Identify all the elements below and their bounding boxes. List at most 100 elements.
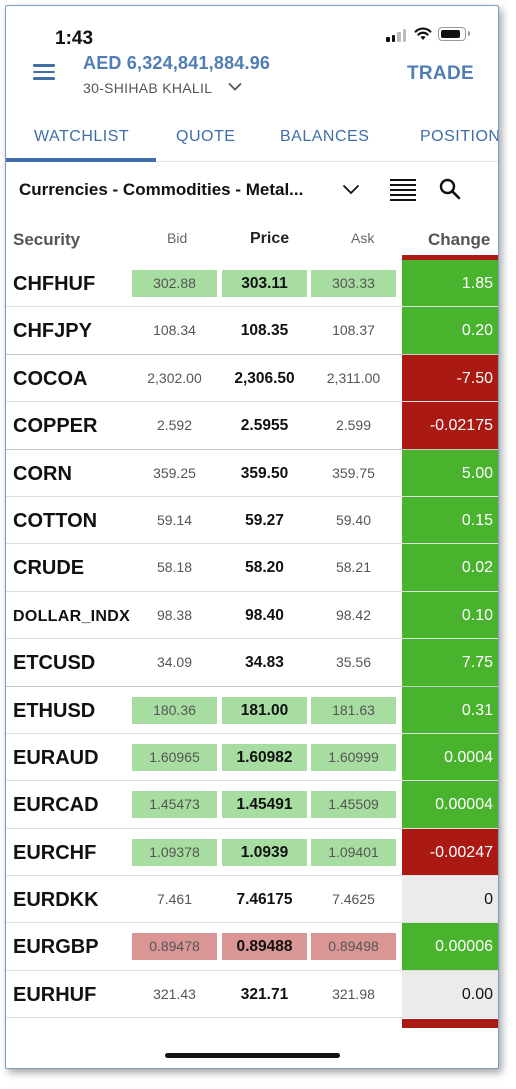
active-tab-indicator: [6, 158, 156, 162]
last-price: 1.60982: [222, 743, 307, 771]
security-symbol[interactable]: ETCUSD: [13, 652, 95, 675]
account-selector[interactable]: 30-SHIHAB KHALIL: [83, 80, 212, 96]
price-change: 0.02: [402, 544, 498, 591]
hamburger-menu-icon[interactable]: [33, 64, 55, 80]
table-row[interactable]: EURCHF 1.09378 1.0939 1.09401 -0.00247: [6, 828, 498, 877]
table-row[interactable]: ETCUSD 34.09 34.83 35.56 7.75: [6, 639, 498, 687]
column-header-price[interactable]: Price: [250, 230, 289, 248]
watchlist-table: CHFHUF 302.88 303.11 303.33 1.85 CHFJPY 108.34…: [6, 260, 498, 1019]
ask-price: 35.56: [335, 654, 372, 671]
security-symbol[interactable]: EURHUF: [13, 984, 96, 1007]
watchlist-selector[interactable]: Currencies - Commodities - Metal...: [19, 180, 303, 200]
cellular-signal-icon: [386, 28, 408, 42]
column-header-bid[interactable]: Bid: [167, 230, 187, 246]
security-symbol[interactable]: EURAUD: [13, 747, 99, 770]
last-price: 0.89488: [222, 933, 307, 961]
last-price: 321.71: [240, 985, 289, 1003]
last-price: 34.83: [245, 654, 284, 672]
table-row[interactable]: EURDKK 7.461 7.46175 7.4625 0: [6, 876, 498, 924]
price-change: 0.20: [402, 307, 498, 354]
table-row[interactable]: CRUDE 58.18 58.20 58.21 0.02: [6, 544, 498, 592]
home-indicator[interactable]: [165, 1053, 340, 1058]
table-row[interactable]: EURCAD 1.45473 1.45491 1.45509 0.00004: [6, 781, 498, 829]
security-symbol[interactable]: ETHUSD: [13, 700, 95, 723]
security-symbol[interactable]: CORN: [13, 463, 72, 486]
tab-quote[interactable]: QUOTE: [176, 128, 235, 146]
ask-price: 321.98: [332, 985, 375, 1002]
bid-price: 58.18: [156, 559, 193, 576]
ask-price: 359.75: [332, 464, 375, 481]
price-change: 0.0004: [402, 733, 498, 781]
last-price: 98.40: [245, 606, 284, 624]
price-change: 1.85: [402, 260, 498, 307]
last-price: 2,306.50: [234, 369, 295, 387]
security-symbol[interactable]: DOLLAR_INDX: [13, 608, 130, 626]
security-symbol[interactable]: COTTON: [13, 510, 97, 533]
price-change: -7.50: [402, 354, 498, 402]
table-row[interactable]: COTTON 59.14 59.27 59.40 0.15: [6, 496, 498, 545]
table-row[interactable]: DOLLAR_INDX 98.38 98.40 98.42 0.10: [6, 591, 498, 640]
trade-button[interactable]: TRADE: [407, 63, 474, 85]
ask-price: 7.4625: [332, 891, 375, 908]
tab-watchlist[interactable]: WATCHLIST: [34, 128, 129, 146]
ask-price: 59.40: [335, 511, 372, 528]
column-header-change[interactable]: Change: [428, 230, 490, 250]
change-indicator-strip: [402, 1019, 498, 1028]
tab-balances[interactable]: BALANCES: [280, 128, 369, 146]
security-symbol[interactable]: EURDKK: [13, 889, 99, 912]
column-header-ask[interactable]: Ask: [351, 230, 374, 246]
ask-price: 58.21: [335, 559, 372, 576]
price-change: 5.00: [402, 449, 498, 496]
ask-price: 181.63: [311, 696, 396, 724]
ask-price: 108.37: [332, 322, 375, 339]
security-symbol[interactable]: COPPER: [13, 415, 97, 438]
bid-price: 302.88: [132, 270, 217, 297]
price-change: 7.75: [402, 639, 498, 686]
ask-price: 2.599: [335, 417, 372, 434]
security-symbol[interactable]: EURGBP: [13, 936, 99, 959]
table-row[interactable]: CORN 359.25 359.50 359.75 5.00: [6, 449, 498, 497]
chevron-down-icon[interactable]: [228, 82, 242, 91]
price-change: 0.00006: [402, 923, 498, 970]
bid-price: 2.592: [156, 417, 193, 434]
battery-icon: [438, 27, 470, 41]
security-symbol[interactable]: EURCHF: [13, 842, 96, 865]
chevron-down-icon[interactable]: [342, 184, 360, 195]
security-symbol[interactable]: EURCAD: [13, 794, 99, 817]
ask-price: 98.42: [335, 606, 372, 623]
table-row[interactable]: CHFJPY 108.34 108.35 108.37 0.20: [6, 307, 498, 355]
status-bar: 1:43: [6, 6, 498, 56]
table-row[interactable]: COCOA 2,302.00 2,306.50 2,311.00 -7.50: [6, 354, 498, 403]
ask-price: 2,311.00: [326, 369, 381, 386]
bid-price: 321.43: [153, 985, 196, 1002]
bid-price: 34.09: [156, 654, 193, 671]
table-row[interactable]: COPPER 2.592 2.5955 2.599 -0.02175: [6, 402, 498, 450]
search-icon[interactable]: [439, 178, 461, 200]
list-view-icon[interactable]: [390, 178, 416, 202]
tab-bar: WATCHLIST QUOTE BALANCES POSITION: [6, 118, 498, 162]
table-row[interactable]: CHFHUF 302.88 303.11 303.33 1.85: [6, 260, 498, 308]
table-row[interactable]: EURAUD 1.60965 1.60982 1.60999 0.0004: [6, 733, 498, 782]
table-row[interactable]: ETHUSD 180.36 181.00 181.63 0.31: [6, 686, 498, 734]
bid-price: 1.09378: [132, 838, 217, 866]
security-symbol[interactable]: CHFJPY: [13, 320, 92, 343]
bid-price: 98.38: [156, 606, 193, 623]
ask-price: 0.89498: [311, 933, 396, 961]
security-symbol[interactable]: COCOA: [13, 368, 87, 391]
last-price: 303.11: [222, 270, 307, 297]
price-change: -0.00247: [402, 828, 498, 876]
price-change: 0.31: [402, 686, 498, 733]
table-row[interactable]: EURGBP 0.89478 0.89488 0.89498 0.00006: [6, 923, 498, 971]
last-price: 359.50: [240, 464, 289, 482]
ask-price: 1.09401: [311, 838, 396, 866]
security-symbol[interactable]: CHFHUF: [13, 273, 95, 296]
bid-price: 7.461: [156, 891, 193, 908]
tab-position[interactable]: POSITION: [420, 128, 498, 146]
ask-price: 1.60999: [311, 743, 396, 771]
bid-price: 2,302.00: [147, 369, 202, 386]
security-symbol[interactable]: CRUDE: [13, 557, 84, 580]
column-header-security[interactable]: Security: [13, 230, 80, 250]
table-row[interactable]: EURHUF 321.43 321.71 321.98 0.00: [6, 970, 498, 1019]
status-time: 1:43: [55, 28, 94, 49]
last-price: 58.20: [245, 559, 284, 577]
